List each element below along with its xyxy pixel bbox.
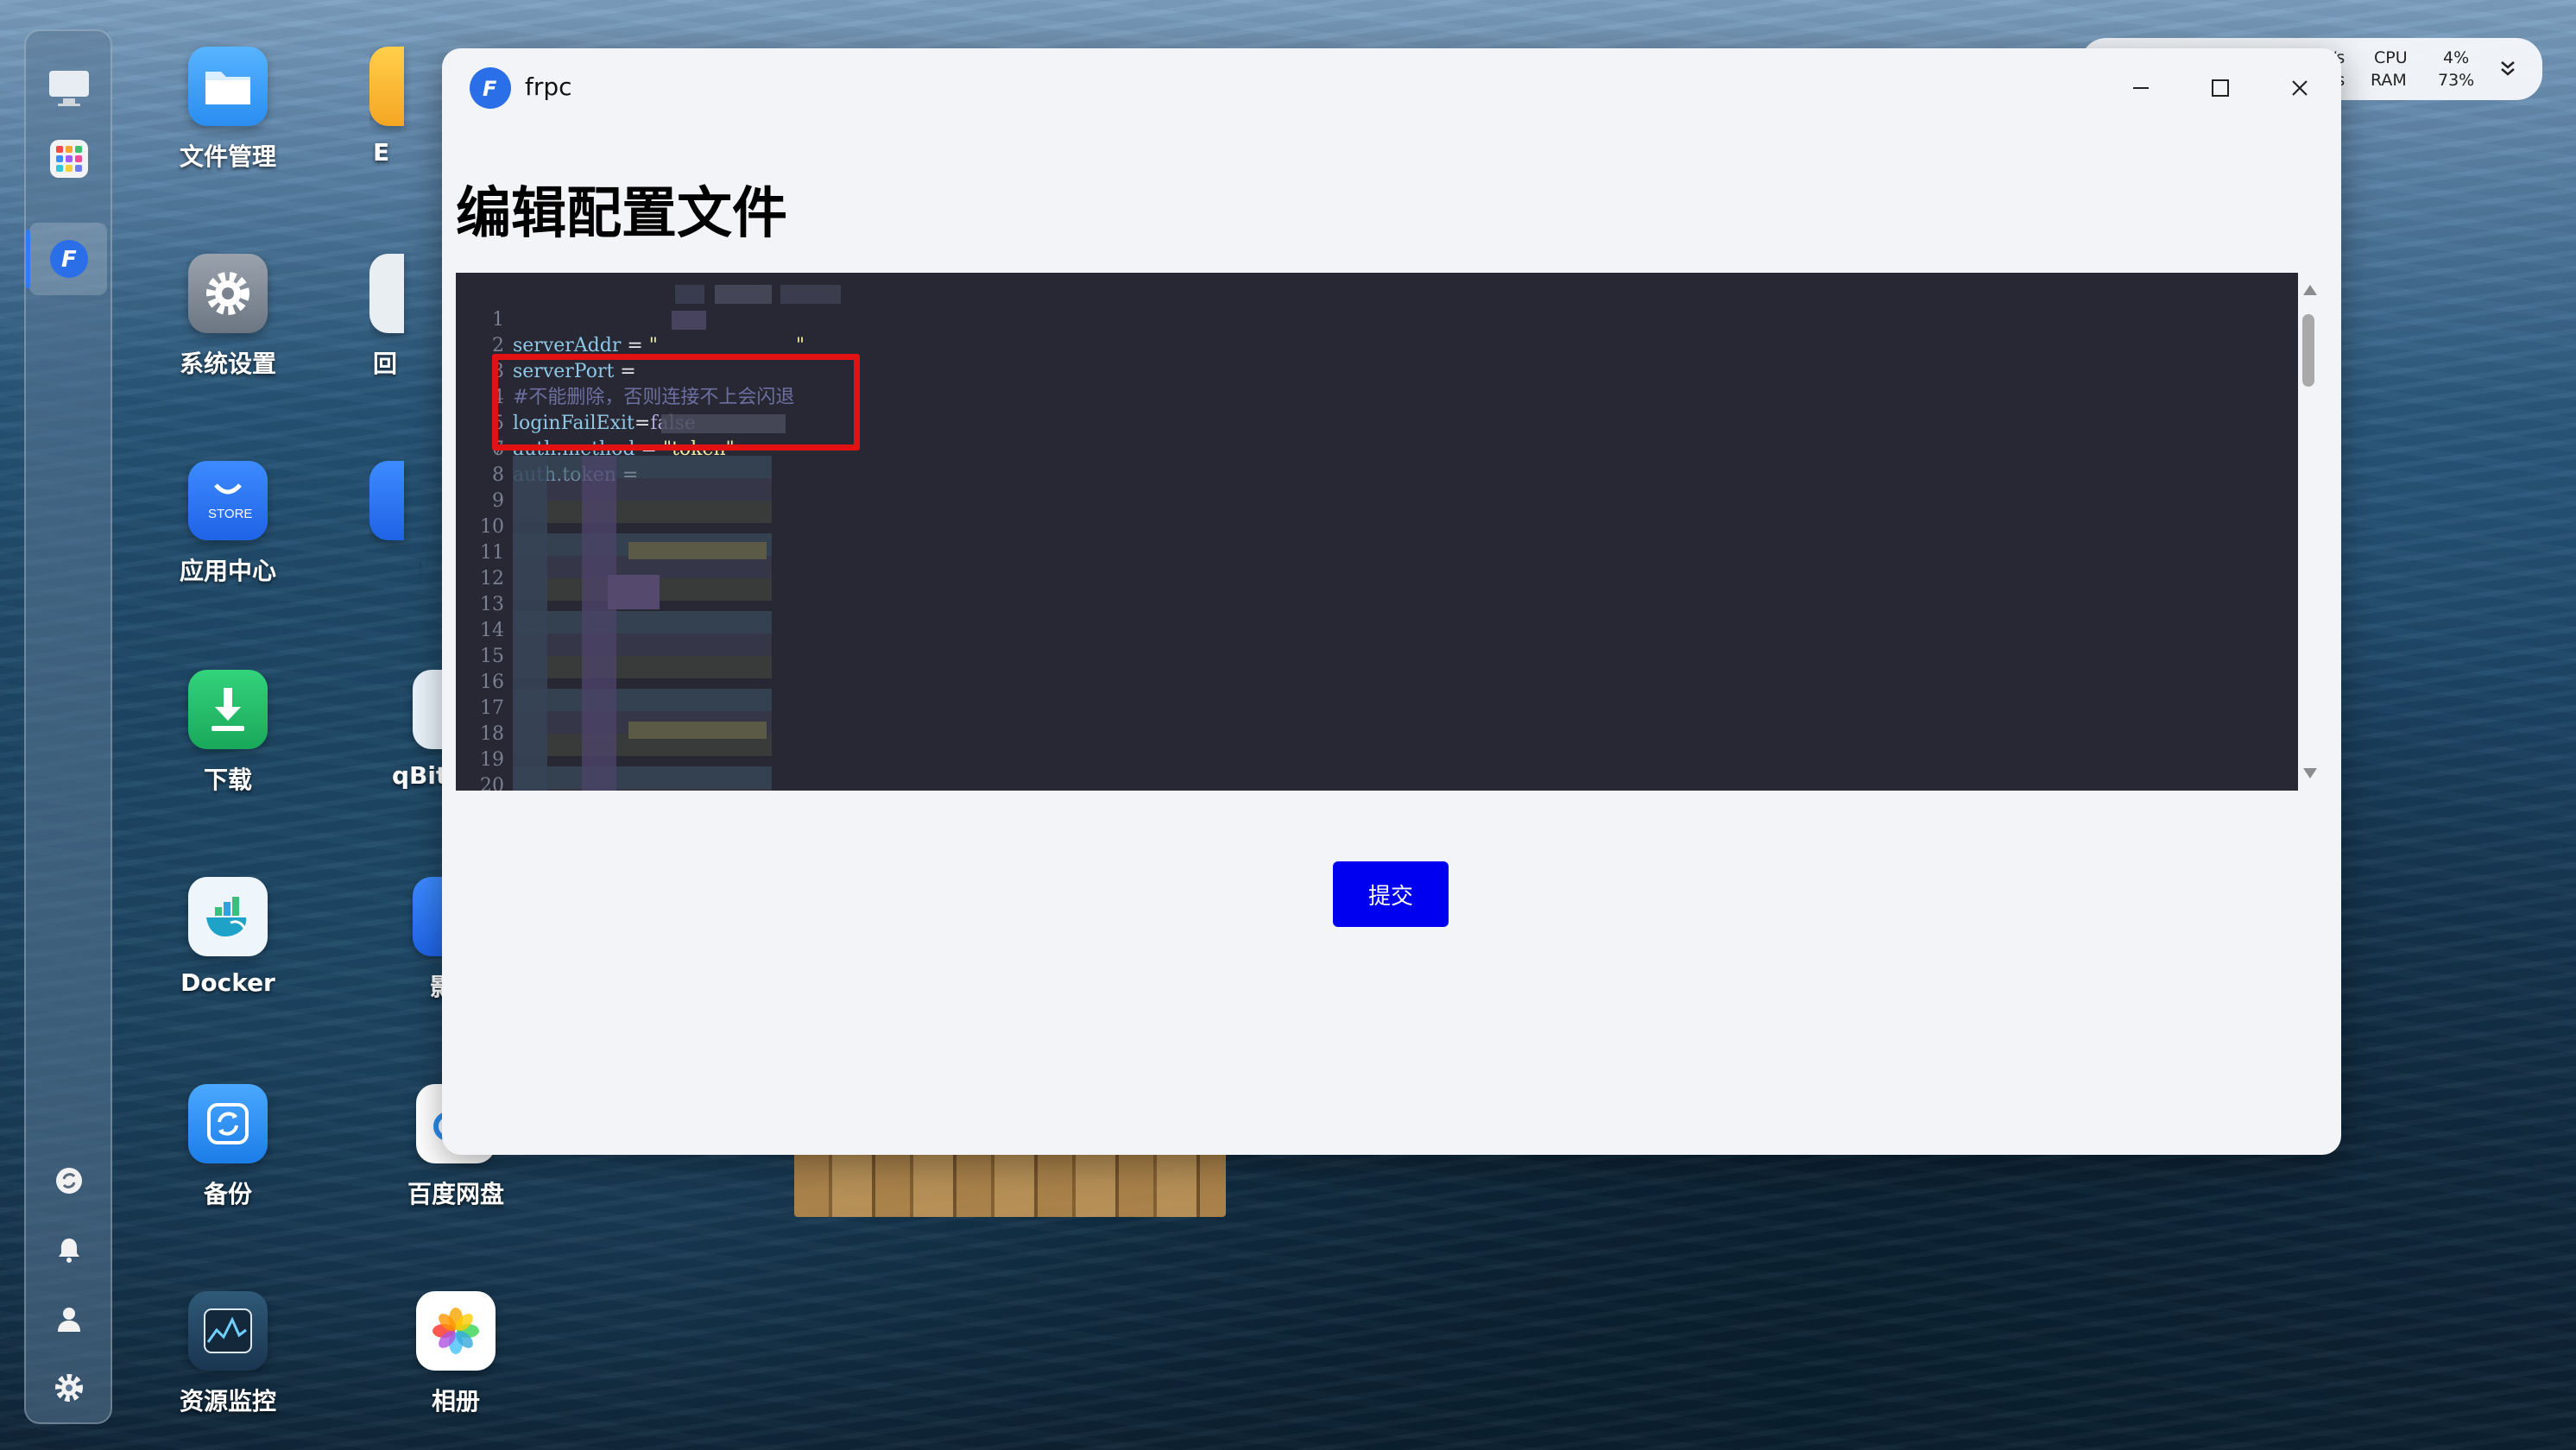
highlight-box xyxy=(492,354,860,451)
backup-icon xyxy=(188,1084,268,1163)
desktop-icon-partial[interactable]: 影 xyxy=(369,877,447,1003)
bell-icon[interactable] xyxy=(52,1232,86,1267)
frpc-logo-icon: F xyxy=(470,67,511,109)
desktop-icon-docker[interactable]: Docker xyxy=(142,877,314,997)
code-line: 2 serverPort = xyxy=(456,307,1319,382)
settings-icon[interactable] xyxy=(52,1371,86,1405)
svg-text:F: F xyxy=(61,247,77,273)
sidebar-frpc-icon[interactable]: F xyxy=(45,235,93,283)
redacted-content xyxy=(608,575,660,609)
desktop-icon-partial[interactable]: f xyxy=(369,461,421,581)
desktop-icon-label: 下载 xyxy=(203,766,252,794)
desktop-icon-download[interactable]: 下载 xyxy=(142,670,314,796)
page-title: 编辑配置文件 xyxy=(456,182,787,246)
redacted-content xyxy=(513,456,772,791)
window-title: frpc xyxy=(525,72,572,101)
svg-text:STORE: STORE xyxy=(208,507,252,521)
ram-label: RAM xyxy=(2371,71,2407,90)
photos-icon xyxy=(416,1291,496,1371)
desktop-icon-label: 文件管理 xyxy=(179,142,276,171)
desktop-icon-label: Docker xyxy=(180,968,275,997)
window-titlebar[interactable]: F frpc xyxy=(442,48,2341,126)
submit-button[interactable]: 提交 xyxy=(1333,861,1449,927)
redacted-content xyxy=(628,542,767,559)
docker-icon xyxy=(188,877,268,956)
desktop-icon-photos[interactable]: 相册 xyxy=(369,1291,542,1417)
scroll-down-icon[interactable] xyxy=(2303,768,2317,779)
ram-value: 73% xyxy=(2438,71,2475,90)
app-icon xyxy=(369,47,404,126)
close-button[interactable] xyxy=(2279,67,2320,109)
folder-icon xyxy=(188,47,268,126)
app-icon xyxy=(369,461,404,540)
cpu-value: 4% xyxy=(2443,48,2470,67)
desktop-icon-label: 相册 xyxy=(431,1387,480,1415)
scroll-up-icon[interactable] xyxy=(2303,285,2317,295)
sidebar-apps-icon[interactable] xyxy=(45,135,93,183)
editor-scrollbar[interactable] xyxy=(2298,273,2319,791)
wallpaper-dock xyxy=(794,1148,1226,1217)
desktop-icon-label: 应用中心 xyxy=(179,557,276,585)
desktop-icon-label: 系统设置 xyxy=(179,350,276,378)
svg-text:F: F xyxy=(483,77,497,101)
minimize-button[interactable] xyxy=(2120,67,2162,109)
desktop-icon-file-manager[interactable]: 文件管理 xyxy=(142,47,314,173)
cpu-label: CPU xyxy=(2374,48,2408,67)
download-icon xyxy=(188,670,268,749)
desktop-icon-label: 资源监控 xyxy=(179,1387,276,1415)
desktop-icon-label: 百度网盘 xyxy=(407,1180,504,1208)
sidebar: F xyxy=(24,29,112,1424)
maximize-button[interactable] xyxy=(2200,67,2241,109)
desktop-icon-partial[interactable]: qBit xyxy=(369,670,447,790)
desktop-icon-partial[interactable]: E xyxy=(369,47,421,167)
frpc-window: F frpc 编辑配置文件 1 serverAddr = " " 2 server… xyxy=(442,48,2341,1155)
store-icon: STORE xyxy=(188,461,268,540)
user-icon[interactable] xyxy=(52,1302,86,1336)
config-editor[interactable]: 1 serverAddr = " " 2 serverPort = 3 #不能删除… xyxy=(456,273,2298,791)
app-icon xyxy=(369,254,404,333)
desktop-icon-resource-monitor[interactable]: 资源监控 xyxy=(142,1291,314,1417)
desktop-icon-app-center[interactable]: STORE 应用中心 xyxy=(142,461,314,587)
desktop-icon-backup[interactable]: 备份 xyxy=(142,1084,314,1210)
sidebar-desktop-icon[interactable] xyxy=(45,64,93,112)
scroll-thumb[interactable] xyxy=(2302,314,2314,387)
gear-icon xyxy=(188,254,268,333)
desktop-icon-partial[interactable]: 回 xyxy=(369,254,421,380)
chevron-down-icon[interactable] xyxy=(2497,57,2519,83)
desktop-icon-label: 备份 xyxy=(203,1180,252,1208)
redacted-content xyxy=(628,722,767,739)
monitor-icon xyxy=(188,1291,268,1371)
sync-icon[interactable] xyxy=(52,1163,86,1198)
desktop-icon-system-settings[interactable]: 系统设置 xyxy=(142,254,314,380)
code-line: 1 serverAddr = " " xyxy=(456,281,1319,356)
